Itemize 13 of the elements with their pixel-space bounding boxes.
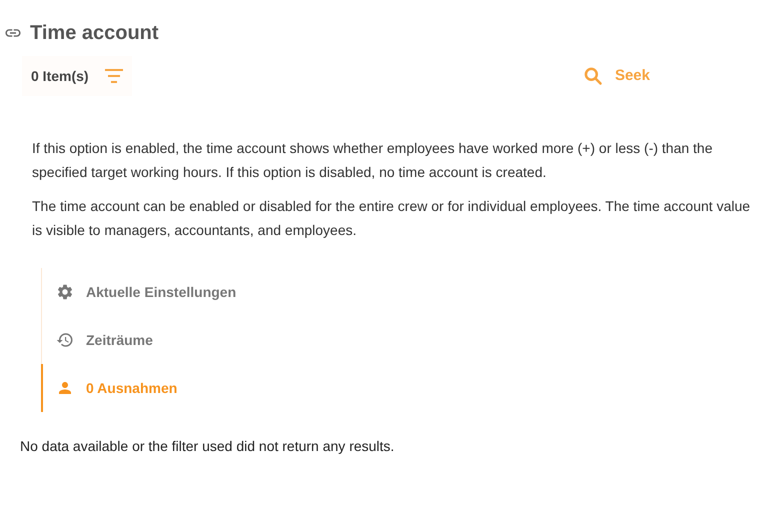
person-icon [56,379,74,397]
search-icon [582,66,603,86]
history-icon [56,331,74,349]
tab[interactable]: Aktuelle Einstellungen [42,268,768,316]
tab[interactable]: 0 Ausnahmen [41,364,768,412]
description-paragraph: If this option is enabled, the time account shows whether employees have worked more (+) or less (-) than the specified target working hours. If this option is disabled, no time account is created. [32,139,714,182]
description-paragraph: The time account can be enabled or disabled for the entire crew or for individual employees. The time account value is visible to managers, accountants, and employees. [32,197,752,240]
empty-message: No data available or the filter used did not return any results. [19,437,396,456]
item-count: 0 Item(s) [31,66,89,86]
filter-icon[interactable] [104,69,123,83]
page-title: Time account [30,21,159,46]
tab[interactable]: Zeiträume [42,316,768,364]
gear-icon [56,283,74,301]
